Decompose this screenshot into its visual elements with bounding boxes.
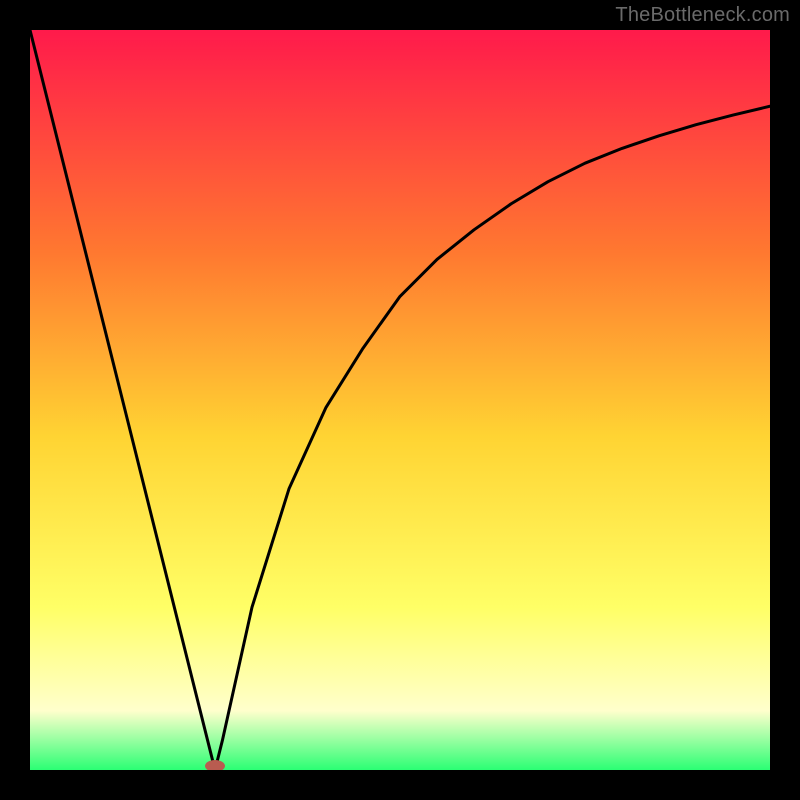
plot-area [30,30,770,770]
attribution-label: TheBottleneck.com [615,4,790,27]
chart-frame: TheBottleneck.com [0,0,800,800]
chart-svg [30,30,770,770]
gradient-background [30,30,770,770]
